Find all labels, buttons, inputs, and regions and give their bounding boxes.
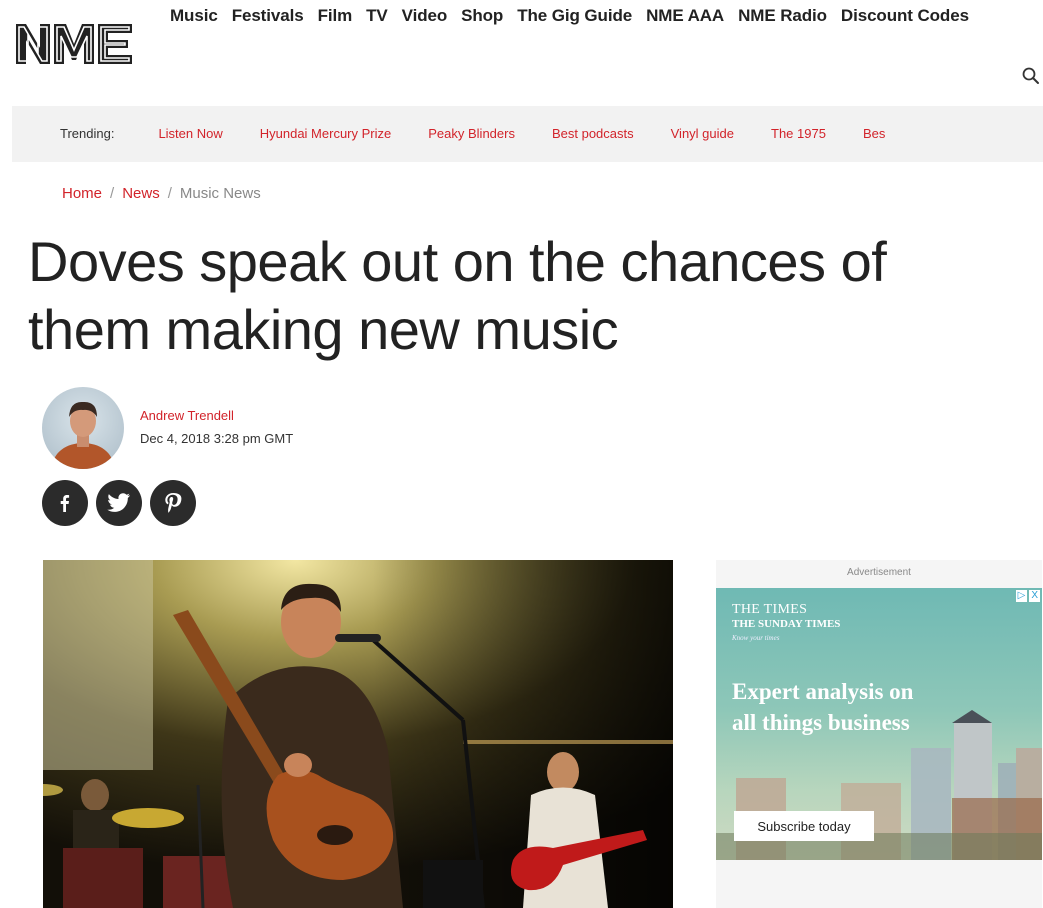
breadcrumb-home[interactable]: Home <box>62 185 102 202</box>
nme-logo[interactable] <box>14 18 136 68</box>
facebook-icon <box>60 495 70 512</box>
trending-bar: Trending: Listen Now Hyundai Mercury Pri… <box>12 106 1043 162</box>
trending-item-peaky-blinders[interactable]: Peaky Blinders <box>428 126 515 141</box>
ad-choices[interactable]: ▷ X <box>1015 590 1040 602</box>
trending-item-the-1975[interactable]: The 1975 <box>771 126 826 141</box>
breadcrumb-separator: / <box>167 185 172 202</box>
nav-item-festivals[interactable]: Festivals <box>232 6 304 26</box>
ad-choices-icon[interactable]: ▷ <box>1015 590 1028 602</box>
nav-item-nme-radio[interactable]: NME Radio <box>738 6 827 26</box>
trending-item-mercury-prize[interactable]: Hyundai Mercury Prize <box>260 126 392 141</box>
nav-item-nme-aaa[interactable]: NME AAA <box>646 6 724 26</box>
article-hero-image[interactable] <box>43 560 673 908</box>
advertisement-label: Advertisement <box>847 567 911 578</box>
breadcrumb-separator: / <box>110 185 115 202</box>
breadcrumb-current: Music News <box>179 185 261 202</box>
nav-item-gig-guide[interactable]: The Gig Guide <box>517 6 632 26</box>
subscribe-button[interactable]: Subscribe today <box>734 811 874 841</box>
advertisement-container: Advertisement ▷ X THE TIMES THE SUNDAY T… <box>716 560 1042 908</box>
author-name[interactable]: Andrew Trendell <box>140 408 234 423</box>
trending-item-vinyl-guide[interactable]: Vinyl guide <box>671 126 734 141</box>
nav-item-film[interactable]: Film <box>318 6 353 26</box>
nme-logo-icon <box>16 24 132 64</box>
trending-item-truncated[interactable]: Bes <box>863 126 885 141</box>
site-header: Music Festivals Film TV Video Shop The G… <box>0 0 1043 100</box>
nav-item-music[interactable]: Music <box>170 6 218 26</box>
share-buttons <box>42 480 196 526</box>
ad-headline: Expert analysis on all things business <box>732 679 914 735</box>
author-avatar[interactable] <box>42 387 124 469</box>
nav-item-discount-codes[interactable]: Discount Codes <box>841 6 969 26</box>
breadcrumb-news[interactable]: News <box>122 185 160 202</box>
trending-label: Trending: <box>60 126 115 141</box>
nav-item-tv[interactable]: TV <box>366 6 388 26</box>
pinterest-icon <box>165 493 182 513</box>
ad-tagline: Know your times <box>732 634 780 642</box>
article-headline: Doves speak out on the chances of them m… <box>28 230 887 361</box>
publish-date: Dec 4, 2018 3:28 pm GMT <box>140 431 294 446</box>
main-nav: Music Festivals Film TV Video Shop The G… <box>170 6 969 26</box>
trending-item-best-podcasts[interactable]: Best podcasts <box>552 126 634 141</box>
trending-item-listen-now[interactable]: Listen Now <box>158 126 222 141</box>
search-icon[interactable] <box>1021 66 1041 86</box>
twitter-icon <box>107 493 130 512</box>
twitter-share-button[interactable] <box>96 480 142 526</box>
nav-item-shop[interactable]: Shop <box>461 6 503 26</box>
ad-times-logo: THE TIMES <box>732 602 808 617</box>
facebook-share-button[interactable] <box>42 480 88 526</box>
close-icon[interactable]: X <box>1029 590 1040 602</box>
ad-sunday-times-logo: THE SUNDAY TIMES <box>732 618 841 630</box>
breadcrumb: Home / News / Music News <box>62 185 261 202</box>
times-ad[interactable]: ▷ X THE TIMES THE SUNDAY TIMES Know your… <box>716 588 1042 860</box>
nav-item-video[interactable]: Video <box>402 6 448 26</box>
pinterest-share-button[interactable] <box>150 480 196 526</box>
